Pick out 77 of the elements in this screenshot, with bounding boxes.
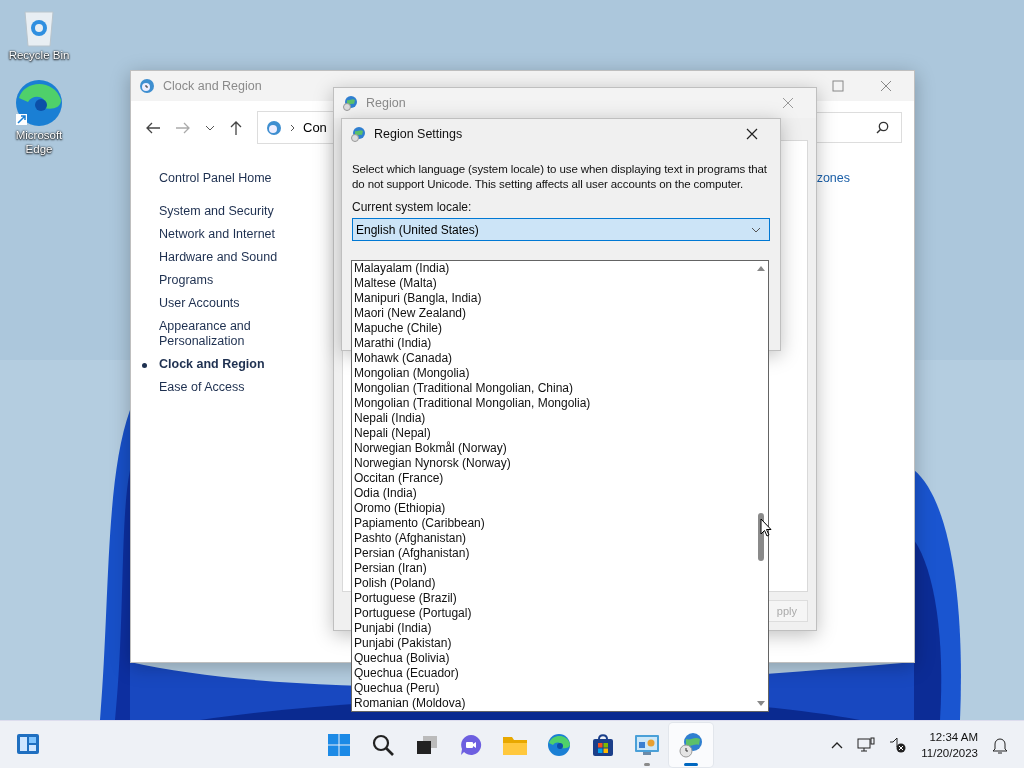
nav-link[interactable]: Programs xyxy=(159,269,299,292)
chat-icon[interactable] xyxy=(459,733,483,757)
nav-link[interactable]: Appearance and Personalization xyxy=(159,315,299,353)
nav-link[interactable]: Clock and Region xyxy=(159,353,299,376)
dropdown-option[interactable]: Oromo (Ethiopia) xyxy=(354,501,754,516)
chevron-down-icon[interactable] xyxy=(205,124,215,131)
muted-speaker-icon[interactable] xyxy=(889,737,908,753)
dropdown-option[interactable]: Nepali (Nepal) xyxy=(354,426,754,441)
chevron-right-icon xyxy=(290,123,295,132)
dropdown-option[interactable]: Quechua (Bolivia) xyxy=(354,651,754,666)
chevron-down-icon xyxy=(751,226,761,233)
dropdown-option[interactable]: Mongolian (Traditional Mongolian, China) xyxy=(354,381,754,396)
window-title: Clock and Region xyxy=(163,79,262,93)
globe-icon xyxy=(350,126,366,142)
chevron-up-icon[interactable] xyxy=(831,741,844,749)
nav-link[interactable]: Hardware and Sound xyxy=(159,246,299,269)
clock-time[interactable]: 12:34 AM xyxy=(929,729,978,745)
running-indicator xyxy=(684,763,698,766)
bullet-icon xyxy=(142,363,147,368)
globe-icon[interactable] xyxy=(678,732,704,758)
nav-link[interactable]: User Accounts xyxy=(159,292,299,315)
clock-date[interactable]: 11/20/2023 xyxy=(921,745,978,761)
nav-link[interactable]: Ease of Access xyxy=(159,376,299,399)
task-view-icon[interactable] xyxy=(415,733,439,757)
scroll-down-icon[interactable] xyxy=(757,701,765,707)
dropdown-option[interactable]: Manipuri (Bangla, India) xyxy=(354,291,754,306)
search-icon[interactable] xyxy=(371,733,395,757)
dropdown-option[interactable]: Maori (New Zealand) xyxy=(354,306,754,321)
search-icon xyxy=(876,121,889,134)
widgets-icon[interactable] xyxy=(16,733,40,755)
dropdown-option[interactable]: Norwegian Bokmål (Norway) xyxy=(354,441,754,456)
description-text: Select which language (system locale) to use when displaying text in programs that do not support Unicode. This setting affects all user accounts on the computer. xyxy=(352,162,768,192)
globe-icon xyxy=(342,95,358,111)
control-panel-icon[interactable] xyxy=(634,733,660,757)
dropdown-option[interactable]: Mohawk (Canada) xyxy=(354,351,754,366)
dropdown-option[interactable]: Punjabi (Pakistan) xyxy=(354,636,754,651)
dropdown-option[interactable]: Portuguese (Brazil) xyxy=(354,591,754,606)
dropdown-option[interactable]: Polish (Poland) xyxy=(354,576,754,591)
notification-icon[interactable] xyxy=(992,736,1008,754)
back-icon[interactable] xyxy=(145,120,161,135)
dropdown-option[interactable]: Punjabi (India) xyxy=(354,621,754,636)
dropdown-option[interactable]: Persian (Afghanistan) xyxy=(354,546,754,561)
dropdown-option[interactable]: Mongolian (Traditional Mongolian, Mongolia) xyxy=(354,396,754,411)
running-indicator xyxy=(644,763,650,766)
dropdown-option[interactable]: Papiamento (Caribbean) xyxy=(354,516,754,531)
dropdown-option[interactable]: Maltese (Malta) xyxy=(354,276,754,291)
up-icon[interactable] xyxy=(229,119,243,136)
dropdown-option[interactable]: Quechua (Peru) xyxy=(354,681,754,696)
scroll-up-icon[interactable] xyxy=(757,265,765,271)
dropdown-option[interactable]: Nepali (India) xyxy=(354,411,754,426)
dropdown-option[interactable]: Pashto (Afghanistan) xyxy=(354,531,754,546)
start-icon[interactable] xyxy=(327,733,351,757)
clock-globe-icon xyxy=(139,78,155,94)
clock-globe-icon xyxy=(266,119,282,136)
dropdown-option[interactable]: Mapuche (Chile) xyxy=(354,321,754,336)
store-icon[interactable] xyxy=(591,733,615,757)
window-title: Region xyxy=(366,96,406,110)
nav-link[interactable]: Network and Internet xyxy=(159,223,299,246)
dropdown-option[interactable]: Quechua (Ecuador) xyxy=(354,666,754,681)
network-icon[interactable] xyxy=(857,737,876,753)
dropdown-option[interactable]: Portuguese (Portugal) xyxy=(354,606,754,621)
recycle-bin-icon[interactable] xyxy=(21,8,57,48)
dropdown-option[interactable]: Occitan (France) xyxy=(354,471,754,486)
locale-dropdown[interactable]: English (United States) xyxy=(352,218,770,241)
dialog-title: Region Settings xyxy=(374,127,463,141)
nav-link[interactable]: Control Panel Home xyxy=(159,167,299,190)
dropdown-option[interactable]: Mongolian (Mongolia) xyxy=(354,366,754,381)
edge-icon[interactable] xyxy=(14,78,64,128)
dropdown-option[interactable]: Malayalam (India) xyxy=(354,261,754,276)
dropdown-option[interactable]: Odia (India) xyxy=(354,486,754,501)
link[interactable]: zones xyxy=(816,171,850,186)
nav-link[interactable]: System and Security xyxy=(159,200,299,223)
edge-icon[interactable] xyxy=(547,733,571,757)
dropdown-option[interactable]: Persian (Iran) xyxy=(354,561,754,576)
dropdown-option[interactable]: Norwegian Nynorsk (Norway) xyxy=(354,456,754,471)
field-label: Current system locale: xyxy=(352,200,473,215)
dropdown-option[interactable]: Marathi (India) xyxy=(354,336,754,351)
